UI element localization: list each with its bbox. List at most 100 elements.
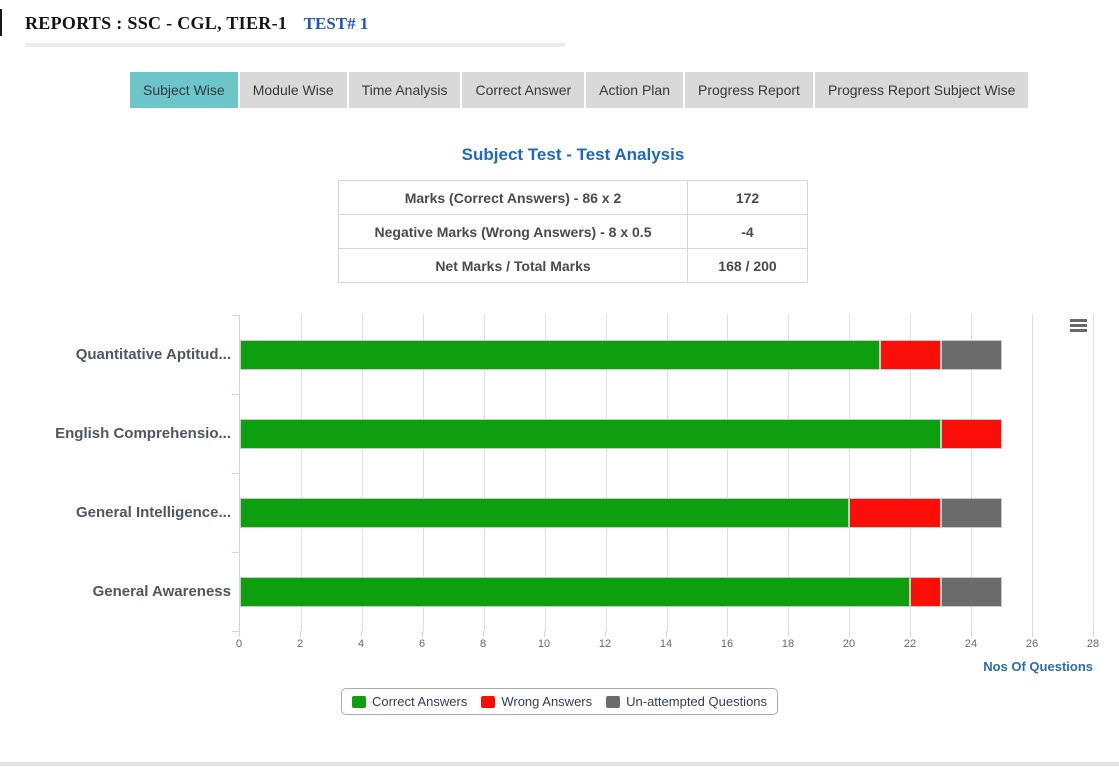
x-tick-label: 4 [358,638,364,650]
bar-segment[interactable] [240,419,941,449]
plot-area [239,315,1093,631]
x-axis-tick [788,631,789,637]
table-row: Marks (Correct Answers) - 86 x 2 172 [339,181,808,215]
marks-label: Marks (Correct Answers) - 86 x 2 [339,181,688,215]
x-axis-tick [239,631,240,637]
x-axis-tick [361,631,362,637]
tab-correct-answer[interactable]: Correct Answer [462,72,584,108]
subject-wise-chart: Quantitative Aptitud...English Comprehen… [0,315,1119,715]
gridline [1093,315,1094,631]
legend-label: Wrong Answers [501,694,592,709]
x-tick-label: 20 [843,638,855,650]
bar-segment[interactable] [240,498,849,528]
x-axis-tick [1093,631,1094,637]
y-axis-tick [232,473,239,474]
x-tick-label: 16 [721,638,733,650]
legend-swatch-icon [352,696,366,708]
chart-band [240,473,1093,552]
y-axis-tick [232,315,239,316]
category-label: Quantitative Aptitud... [19,315,239,394]
tab-progress-report-subject-wise[interactable]: Progress Report Subject Wise [815,72,1029,108]
legend-item[interactable]: Correct Answers [352,694,467,709]
x-axis-tick [971,631,972,637]
x-tick-label: 28 [1087,638,1099,650]
x-axis-title: Nos Of Questions [239,659,1093,674]
bar-segment[interactable] [941,577,1002,607]
x-tick-label: 2 [297,638,303,650]
stacked-bar [240,498,1093,528]
x-axis-tick [727,631,728,637]
x-tick-label: 24 [965,638,977,650]
category-label: General Awareness [19,552,239,631]
x-tick-label: 0 [236,638,242,650]
chart-band [240,394,1093,473]
negative-marks-value: -4 [688,215,808,249]
bar-segment[interactable] [941,498,1002,528]
legend-item[interactable]: Wrong Answers [481,694,592,709]
x-tick-label: 8 [480,638,486,650]
x-tick-label: 10 [538,638,550,650]
chart-legend: Correct Answers Wrong Answers Un-attempted… [341,688,778,715]
x-axis-tick [422,631,423,637]
bar-segment[interactable] [240,577,910,607]
page-edge-mark [0,9,2,36]
header-divider [25,43,565,47]
table-row: Negative Marks (Wrong Answers) - 8 x 0.5… [339,215,808,249]
category-label: General Intelligence... [19,473,239,552]
legend-swatch-icon [481,696,495,708]
legend-label: Un-attempted Questions [626,694,767,709]
x-axis-tick [1032,631,1033,637]
x-tick-label: 22 [904,638,916,650]
table-row: Net Marks / Total Marks 168 / 200 [339,249,808,283]
x-tick-label: 14 [660,638,672,650]
net-marks-label: Net Marks / Total Marks [339,249,688,283]
marks-value: 172 [688,181,808,215]
bar-segment[interactable] [910,577,940,607]
y-axis-tick [232,552,239,553]
x-axis-tick [483,631,484,637]
x-tick-label: 26 [1026,638,1038,650]
tab-action-plan[interactable]: Action Plan [586,72,683,108]
net-marks-value: 168 / 200 [688,249,808,283]
tab-time-analysis[interactable]: Time Analysis [349,72,461,108]
category-label: English Comprehensio... [19,394,239,473]
tab-progress-report[interactable]: Progress Report [685,72,813,108]
legend-item[interactable]: Un-attempted Questions [606,694,767,709]
analysis-title: Subject Test - Test Analysis [338,145,808,165]
bar-segment[interactable] [941,340,1002,370]
footer-divider [0,762,1119,766]
x-tick-label: 12 [599,638,611,650]
legend-swatch-icon [606,696,620,708]
bar-segment[interactable] [849,498,940,528]
stacked-bar [240,577,1093,607]
stacked-bar [240,340,1093,370]
x-axis-tick [300,631,301,637]
bar-segment[interactable] [240,340,880,370]
page-header: REPORTS : SSC - CGL, TIER-1 TEST# 1 [0,0,1119,34]
report-tabs: Subject Wise Module Wise Time Analysis C… [130,72,1119,108]
chart-band [240,552,1093,631]
x-axis-tick [544,631,545,637]
tab-module-wise[interactable]: Module Wise [240,72,347,108]
legend-label: Correct Answers [372,694,467,709]
x-axis-tick [666,631,667,637]
x-axis-tick [910,631,911,637]
bar-segment[interactable] [941,419,1002,449]
bar-segment[interactable] [880,340,941,370]
x-axis: 0246810121416182022242628 [239,631,1093,657]
chart-band [240,315,1093,394]
tab-subject-wise[interactable]: Subject Wise [130,72,238,108]
marks-table: Marks (Correct Answers) - 86 x 2 172 Neg… [338,180,808,283]
x-tick-label: 18 [782,638,794,650]
negative-marks-label: Negative Marks (Wrong Answers) - 8 x 0.5 [339,215,688,249]
y-axis-tick [232,631,239,632]
chart-category-labels: Quantitative Aptitud...English Comprehen… [19,315,239,631]
x-axis-tick [605,631,606,637]
test-analysis-section: Subject Test - Test Analysis Marks (Corr… [338,145,808,283]
page-title: REPORTS : SSC - CGL, TIER-1 [25,13,287,33]
test-number-link[interactable]: TEST# 1 [304,14,369,33]
x-tick-label: 6 [419,638,425,650]
stacked-bar [240,419,1093,449]
x-axis-tick [849,631,850,637]
y-axis-tick [232,394,239,395]
